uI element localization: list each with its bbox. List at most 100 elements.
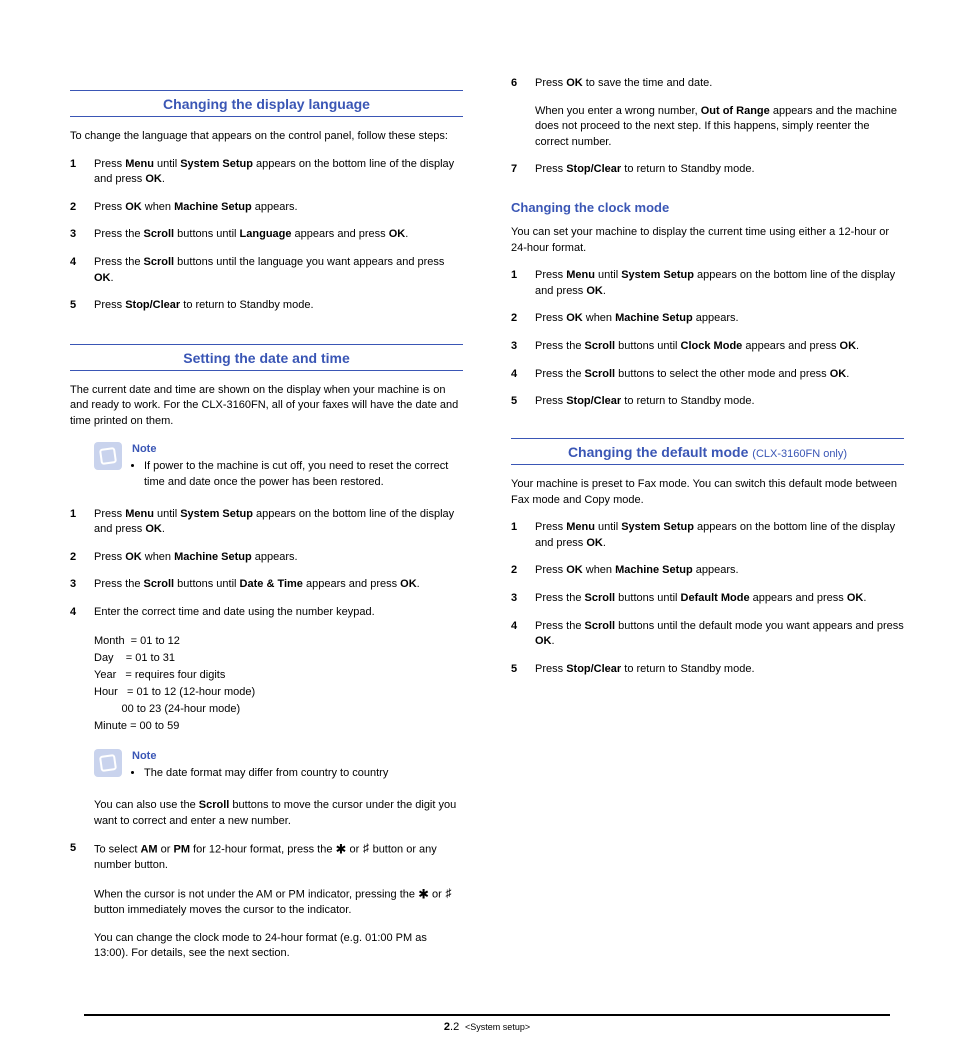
section-heading-default-mode: Changing the default mode (CLX-3160FN on… [511,438,904,465]
right-column: 6Press OK to save the time and date. Whe… [511,70,904,974]
step-item: 3Press the Scroll buttons until Date & T… [70,577,463,593]
section-title-main: Changing the default mode [568,444,752,460]
step-number: 1 [511,520,535,551]
range-line: 00 to 23 (24-hour mode) [94,701,463,718]
step-number: 4 [511,367,535,383]
step-number: 4 [70,605,94,621]
step-item: 2Press OK when Machine Setup appears. [511,311,904,327]
intro-paragraph: The current date and time are shown on t… [70,383,463,430]
note-label: Note [132,442,463,458]
step-text: Press OK when Machine Setup appears. [94,550,463,566]
step-text: Press OK when Machine Setup appears. [535,311,904,327]
page-footer: 2.2 <System setup> [84,1014,890,1033]
step-text: Press the Scroll buttons until Date & Ti… [94,577,463,593]
step-text: Press the Scroll buttons until the langu… [94,255,463,286]
note-box: Note The date format may differ from cou… [94,749,463,782]
paragraph: You can change the clock mode to 24-hour… [94,931,463,962]
step-text: Press the Scroll buttons until Clock Mod… [535,339,904,355]
subsection-heading-clock-mode: Changing the clock mode [511,200,904,215]
note-text: The date format may differ from country … [144,766,463,782]
steps-list: 7 Press Stop/Clear to return to Standby … [511,162,904,178]
step-text: Press the Scroll buttons until the defau… [535,619,904,650]
note-box: Note If power to the machine is cut off,… [94,442,463,491]
intro-paragraph: To change the language that appears on t… [70,129,463,145]
step-text: Press Stop/Clear to return to Standby mo… [535,394,904,410]
step-item: 4Press the Scroll buttons until the lang… [70,255,463,286]
step-item: 7 Press Stop/Clear to return to Standby … [511,162,904,178]
step-number: 4 [511,619,535,650]
page-number: 2.2 [444,1021,459,1033]
step-number: 5 [70,298,94,314]
step-text: Press Stop/Clear to return to Standby mo… [535,162,904,178]
step-number: 5 [70,841,94,874]
intro-paragraph: Your machine is preset to Fax mode. You … [511,477,904,508]
step-item: 3Press the Scroll buttons until Language… [70,227,463,243]
paragraph: When you enter a wrong number, Out of Ra… [535,104,904,151]
steps-list: 6Press OK to save the time and date. [511,76,904,92]
step-number: 7 [511,162,535,178]
section-title-sub: (CLX-3160FN only) [752,448,847,460]
step-text: Press Stop/Clear to return to Standby mo… [94,298,463,314]
step-number: 1 [511,268,535,299]
steps-list: 1Press Menu until System Setup appears o… [511,520,904,677]
range-line: Month = 01 to 12 [94,633,463,650]
step-item: 3Press the Scroll buttons until Default … [511,591,904,607]
section-heading-display-language: Changing the display language [70,90,463,117]
step-number: 6 [511,76,535,92]
step-text: Press the Scroll buttons until Language … [94,227,463,243]
step-item: 2Press OK when Machine Setup appears. [511,563,904,579]
step-text: Press OK when Machine Setup appears. [535,563,904,579]
step-text: Press the Scroll buttons until Default M… [535,591,904,607]
left-column: Changing the display language To change … [70,70,463,974]
step-item: 2Press OK when Machine Setup appears. [70,550,463,566]
steps-list: 5 To select AM or PM for 12-hour format,… [70,841,463,874]
step-number: 3 [70,577,94,593]
step-item: 5Press Stop/Clear to return to Standby m… [70,298,463,314]
note-icon [94,442,122,470]
step-item: 1Press Menu until System Setup appears o… [70,507,463,538]
note-text: If power to the machine is cut off, you … [144,459,463,490]
step-number: 5 [511,662,535,678]
step-item: 2Press OK when Machine Setup appears. [70,200,463,216]
step-number: 2 [511,311,535,327]
step-text: Press Menu until System Setup appears on… [94,507,463,538]
note-content: Note If power to the machine is cut off,… [132,442,463,491]
step-item: 1Press Menu until System Setup appears o… [70,157,463,188]
step-number: 2 [511,563,535,579]
step-number: 3 [511,591,535,607]
step-item: 1Press Menu until System Setup appears o… [511,520,904,551]
step-text: Press OK when Machine Setup appears. [94,200,463,216]
step-text: Press Menu until System Setup appears on… [94,157,463,188]
step-number: 3 [70,227,94,243]
step-text: Press Menu until System Setup appears on… [535,520,904,551]
step-number: 1 [70,507,94,538]
range-line: Hour = 01 to 12 (12-hour mode) [94,684,463,701]
step-item: 6Press OK to save the time and date. [511,76,904,92]
note-icon [94,749,122,777]
footer-label: <System setup> [465,1022,530,1032]
step-number: 2 [70,200,94,216]
date-ranges-block: Month = 01 to 12Day = 01 to 31Year = req… [94,633,463,735]
step-item: 5 To select AM or PM for 12-hour format,… [70,841,463,874]
step-number: 5 [511,394,535,410]
section-heading-date-time: Setting the date and time [70,344,463,371]
step-number: 1 [70,157,94,188]
paragraph: When the cursor is not under the AM or P… [94,886,463,919]
step-item: 5Press Stop/Clear to return to Standby m… [511,662,904,678]
two-column-layout: Changing the display language To change … [70,70,904,974]
step-text: Enter the correct time and date using th… [94,605,463,621]
step-item: 4Enter the correct time and date using t… [70,605,463,621]
range-line: Day = 01 to 31 [94,650,463,667]
paragraph: You can also use the Scroll buttons to m… [94,798,463,829]
step-item: 3Press the Scroll buttons until Clock Mo… [511,339,904,355]
step-number: 3 [511,339,535,355]
range-line: Year = requires four digits [94,667,463,684]
range-line: Minute = 00 to 59 [94,718,463,735]
note-content: Note The date format may differ from cou… [132,749,463,782]
intro-paragraph: You can set your machine to display the … [511,225,904,256]
step-text: Press OK to save the time and date. [535,76,904,92]
step-text: Press Menu until System Setup appears on… [535,268,904,299]
step-item: 5Press Stop/Clear to return to Standby m… [511,394,904,410]
step-number: 2 [70,550,94,566]
page: Changing the display language To change … [0,0,954,1053]
